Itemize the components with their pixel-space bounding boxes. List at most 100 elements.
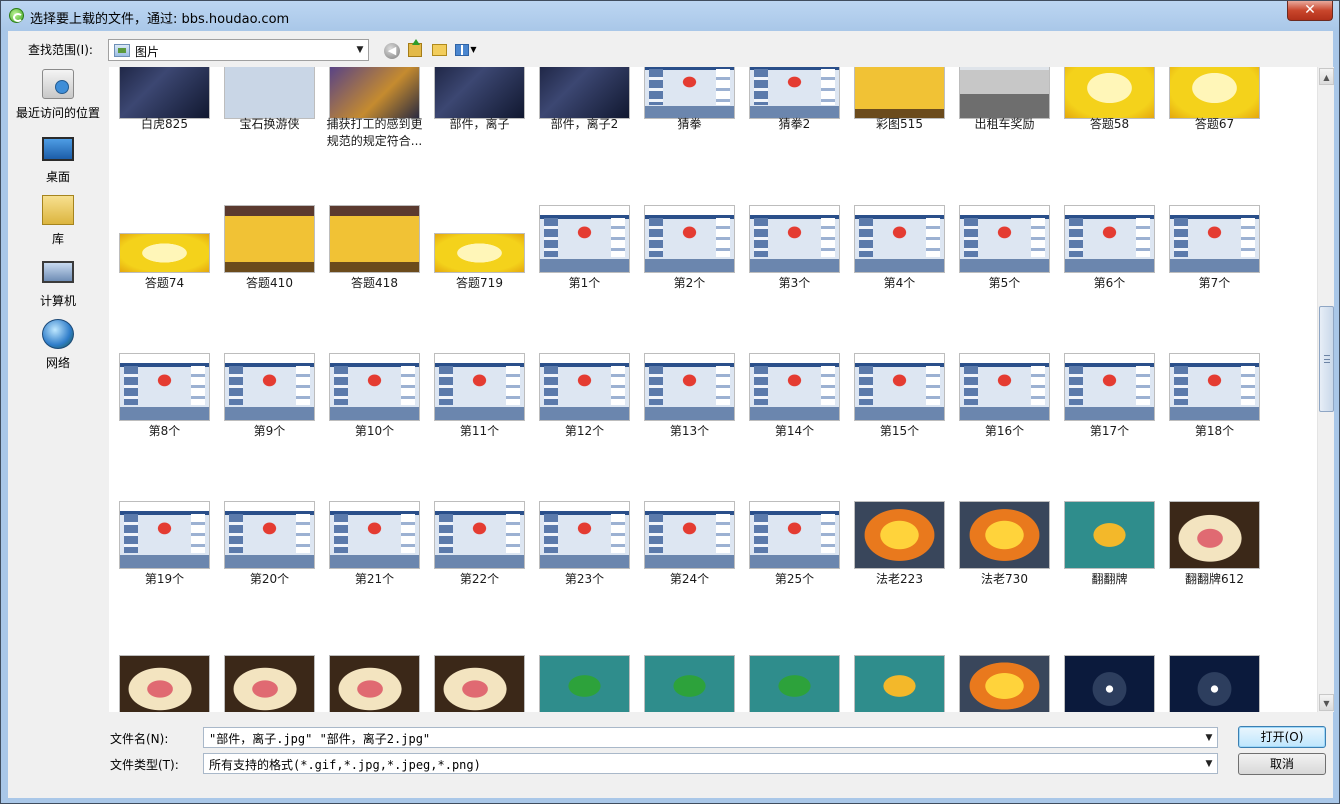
file-item[interactable]: 宝石换游侠 bbox=[217, 67, 322, 202]
file-item[interactable] bbox=[322, 641, 427, 712]
file-item[interactable] bbox=[112, 641, 217, 712]
file-item[interactable]: 第7个 bbox=[1162, 197, 1267, 342]
file-name: 答题418 bbox=[351, 276, 398, 290]
app-icon bbox=[9, 8, 24, 23]
filename-value[interactable]: "部件，离子.jpg" "部件，离子2.jpg" bbox=[209, 730, 430, 747]
file-item[interactable]: 第15个 bbox=[847, 345, 952, 490]
file-item[interactable]: 第4个 bbox=[847, 197, 952, 342]
chevron-down-icon[interactable]: ▼ bbox=[1201, 728, 1217, 748]
file-item[interactable]: 第3个 bbox=[742, 197, 847, 342]
file-item[interactable]: 猜拳2 bbox=[742, 67, 847, 202]
file-item[interactable]: 法老730 bbox=[952, 493, 1057, 638]
file-item[interactable]: 第25个 bbox=[742, 493, 847, 638]
computer-icon bbox=[42, 261, 74, 283]
filetype-label: 文件类型(T): bbox=[110, 758, 179, 772]
file-item[interactable]: 第16个 bbox=[952, 345, 1057, 490]
file-item[interactable]: 第12个 bbox=[532, 345, 637, 490]
lookin-dropdown[interactable]: 图片 ▼ bbox=[108, 39, 369, 61]
place-desktop[interactable]: 桌面 bbox=[8, 133, 108, 193]
chevron-down-icon[interactable]: ▼ bbox=[352, 40, 368, 60]
file-thumbnail bbox=[539, 655, 630, 712]
file-item[interactable]: 白虎825 bbox=[112, 67, 217, 202]
new-folder-button[interactable] bbox=[429, 40, 449, 60]
file-item[interactable]: 答题67 bbox=[1162, 67, 1267, 202]
scrollbar-thumb[interactable] bbox=[1319, 306, 1334, 413]
file-item[interactable] bbox=[847, 641, 952, 712]
file-item[interactable]: 第21个 bbox=[322, 493, 427, 638]
file-name: 第20个 bbox=[249, 572, 290, 586]
file-item[interactable]: 部件，离子 bbox=[427, 67, 532, 202]
file-item[interactable]: 第5个 bbox=[952, 197, 1057, 342]
close-button[interactable]: ✕ bbox=[1287, 1, 1333, 21]
file-item[interactable]: 第23个 bbox=[532, 493, 637, 638]
filename-combo[interactable]: "部件，离子.jpg" "部件，离子2.jpg" ▼ bbox=[203, 727, 1218, 748]
file-item[interactable]: 彩图515 bbox=[847, 67, 952, 202]
filetype-select[interactable]: 所有支持的格式(*.gif,*.jpg,*.jpeg,*.png) ▼ bbox=[203, 753, 1218, 774]
title-bar: 选择要上载的文件，通过: bbs.houdao.com ✕ bbox=[1, 1, 1339, 31]
file-item[interactable]: 第13个 bbox=[637, 345, 742, 490]
file-item[interactable]: 法老223 bbox=[847, 493, 952, 638]
open-button[interactable]: 打开(O) bbox=[1238, 726, 1326, 748]
file-thumbnail bbox=[644, 353, 735, 421]
back-button[interactable]: ◀ bbox=[382, 40, 402, 60]
file-item[interactable] bbox=[427, 641, 532, 712]
file-item[interactable]: 第24个 bbox=[637, 493, 742, 638]
file-thumbnail bbox=[224, 205, 315, 273]
file-item[interactable]: 第18个 bbox=[1162, 345, 1267, 490]
file-item[interactable]: 第19个 bbox=[112, 493, 217, 638]
view-menu-icon bbox=[455, 44, 470, 56]
file-item[interactable]: 第9个 bbox=[217, 345, 322, 490]
file-thumbnail bbox=[749, 205, 840, 273]
file-item[interactable]: 翻翻牌612 bbox=[1162, 493, 1267, 638]
place-recent[interactable]: 最近访问的位置 bbox=[8, 69, 108, 129]
file-item[interactable]: 翻翻牌 bbox=[1057, 493, 1162, 638]
file-item[interactable] bbox=[217, 641, 322, 712]
file-item[interactable] bbox=[1162, 641, 1267, 712]
file-name: 第1个 bbox=[568, 276, 601, 290]
file-item[interactable]: 答题719 bbox=[427, 197, 532, 342]
file-list[interactable]: 白虎825 宝石换游侠 捕获打工的感到更规范的规定符合... 部件，离子 部件，离子2 猜… bbox=[109, 67, 1317, 712]
file-item[interactable]: 第14个 bbox=[742, 345, 847, 490]
file-item[interactable] bbox=[1057, 641, 1162, 712]
file-thumbnail bbox=[434, 655, 525, 712]
file-item[interactable]: 第1个 bbox=[532, 197, 637, 342]
file-item[interactable] bbox=[637, 641, 742, 712]
place-network[interactable]: 网络 bbox=[8, 319, 108, 379]
file-name: 答题67 bbox=[1194, 117, 1235, 131]
filename-label: 文件名(N): bbox=[110, 732, 169, 746]
file-name: 第6个 bbox=[1093, 276, 1126, 290]
view-menu-button[interactable]: ▼ bbox=[452, 40, 480, 60]
file-item[interactable] bbox=[742, 641, 847, 712]
file-item[interactable]: 部件，离子2 bbox=[532, 67, 637, 202]
file-item[interactable]: 第17个 bbox=[1057, 345, 1162, 490]
file-item[interactable]: 第22个 bbox=[427, 493, 532, 638]
file-item[interactable]: 答题58 bbox=[1057, 67, 1162, 202]
file-item[interactable]: 答题74 bbox=[112, 197, 217, 342]
chevron-down-icon[interactable]: ▼ bbox=[1201, 754, 1217, 774]
file-item[interactable]: 第11个 bbox=[427, 345, 532, 490]
file-item[interactable] bbox=[532, 641, 637, 712]
file-item[interactable]: 第20个 bbox=[217, 493, 322, 638]
file-item[interactable]: 第10个 bbox=[322, 345, 427, 490]
file-item[interactable]: 出租车奖励 bbox=[952, 67, 1057, 202]
file-name: 答题719 bbox=[456, 276, 503, 290]
file-name: 第9个 bbox=[253, 424, 286, 438]
file-item[interactable]: 捕获打工的感到更规范的规定符合... bbox=[322, 67, 427, 202]
place-label: 计算机 bbox=[39, 294, 76, 308]
file-item[interactable]: 答题418 bbox=[322, 197, 427, 342]
file-item[interactable]: 第8个 bbox=[112, 345, 217, 490]
file-name: 翻翻牌 bbox=[1091, 572, 1128, 586]
place-libraries[interactable]: 库 bbox=[8, 195, 108, 255]
file-thumbnail bbox=[959, 205, 1050, 273]
cancel-button[interactable]: 取消 bbox=[1238, 753, 1326, 775]
place-computer[interactable]: 计算机 bbox=[8, 257, 108, 317]
scroll-up-arrow-icon[interactable]: ▲ bbox=[1319, 68, 1334, 85]
vertical-scrollbar[interactable]: ▲ ▼ bbox=[1317, 67, 1334, 712]
file-item[interactable]: 答题410 bbox=[217, 197, 322, 342]
file-item[interactable] bbox=[952, 641, 1057, 712]
up-folder-button[interactable] bbox=[405, 39, 425, 60]
file-item[interactable]: 第6个 bbox=[1057, 197, 1162, 342]
scroll-down-arrow-icon[interactable]: ▼ bbox=[1319, 694, 1334, 711]
file-item[interactable]: 第2个 bbox=[637, 197, 742, 342]
file-item[interactable]: 猜拳 bbox=[637, 67, 742, 202]
